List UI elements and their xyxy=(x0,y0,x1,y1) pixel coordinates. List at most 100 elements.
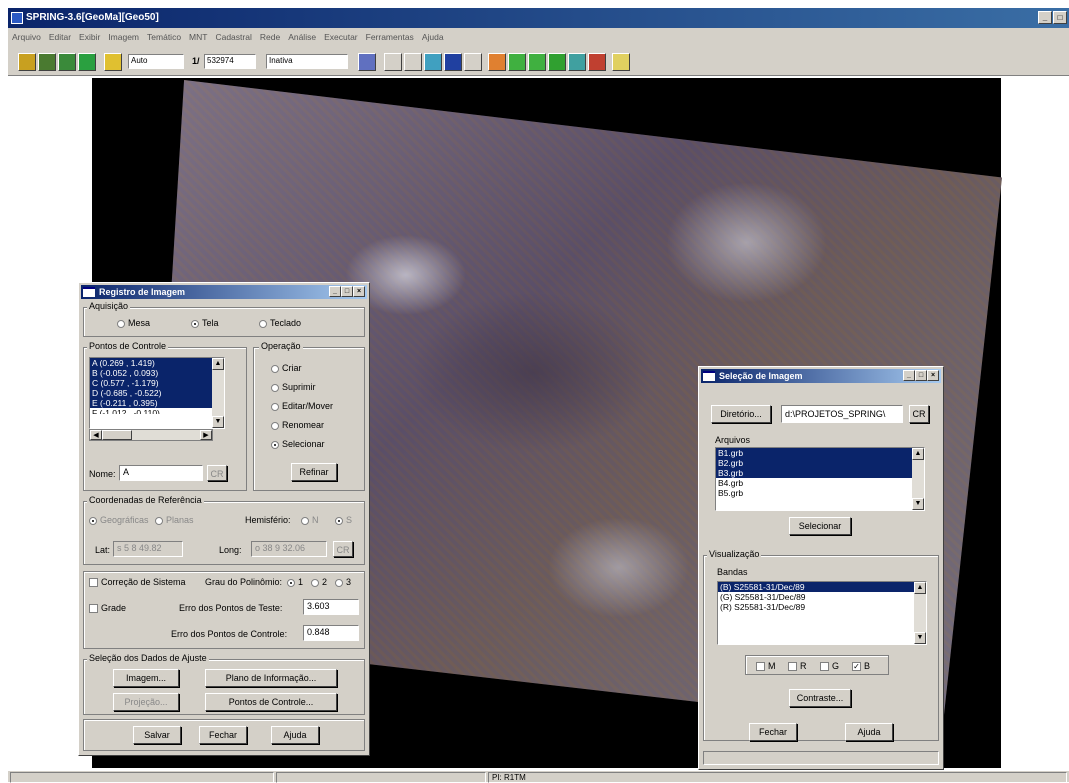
help-icon[interactable] xyxy=(612,53,630,71)
radio-grau-2[interactable]: 2 xyxy=(311,577,327,587)
radio-editar-mover[interactable]: Editar/Mover xyxy=(271,401,333,411)
list-item[interactable]: F (-1.012 , -0.110) xyxy=(90,408,224,414)
scroll-thumb[interactable] xyxy=(102,430,132,440)
edit-arc-icon[interactable] xyxy=(528,53,546,71)
menu-item-0[interactable]: Arquivo xyxy=(12,32,41,46)
projecao-button[interactable]: Projeção... xyxy=(113,693,179,711)
list-item[interactable]: A (0.269 , 1.419) xyxy=(90,358,224,368)
selecionar-button[interactable]: Selecionar xyxy=(789,517,851,535)
radio-norte[interactable]: N xyxy=(301,515,319,525)
menu-item-8[interactable]: Análise xyxy=(288,32,316,46)
list-item[interactable]: (G) S25581-31/Dec/89 xyxy=(718,592,926,602)
chart-icon[interactable] xyxy=(104,53,122,71)
list-item[interactable]: (B) S25581-31/Dec/89 xyxy=(718,582,926,592)
menu-item-3[interactable]: Imagem xyxy=(108,32,139,46)
list-item[interactable]: C (0.577 , -1.179) xyxy=(90,378,224,388)
radio-planas[interactable]: Planas xyxy=(155,515,194,525)
menu-item-11[interactable]: Ajuda xyxy=(422,32,444,46)
maximize-button[interactable]: □ xyxy=(341,286,353,297)
zoom-mode-select[interactable]: Auto xyxy=(128,54,184,69)
radio-suprimir[interactable]: Suprimir xyxy=(271,382,316,392)
radio-renomear[interactable]: Renomear xyxy=(271,420,324,430)
database-icon[interactable] xyxy=(18,53,36,71)
bandas-list[interactable]: (B) S25581-31/Dec/89 (G) S25581-31/Dec/8… xyxy=(717,581,927,645)
state-select[interactable]: Inativa xyxy=(266,54,348,69)
menu-item-10[interactable]: Ferramentas xyxy=(366,32,414,46)
edit-poly-icon[interactable] xyxy=(548,53,566,71)
coords-cr-button[interactable]: CR xyxy=(333,541,353,557)
layer-icon[interactable] xyxy=(58,53,76,71)
list-item[interactable]: B4.grb xyxy=(716,478,924,488)
plus-icon[interactable] xyxy=(404,53,422,71)
list-item[interactable]: B1.grb xyxy=(716,448,924,458)
nome-cr-button[interactable]: CR xyxy=(207,465,227,481)
arquivos-list[interactable]: B1.grb B2.grb B3.grb B4.grb B5.grb ▲ ▼ xyxy=(715,447,925,511)
pan-icon[interactable] xyxy=(424,53,442,71)
project-icon[interactable] xyxy=(38,53,56,71)
scroll-up-icon[interactable]: ▲ xyxy=(912,448,924,460)
radio-criar[interactable]: Criar xyxy=(271,363,302,373)
radio-sul[interactable]: S xyxy=(335,515,352,525)
fechar-button[interactable]: Fechar xyxy=(199,726,247,744)
scroll-down-icon[interactable]: ▼ xyxy=(212,416,224,428)
list-item[interactable]: B (-0.052 , 0.093) xyxy=(90,368,224,378)
list-item[interactable]: D (-0.685 , -0.522) xyxy=(90,388,224,398)
menu-item-1[interactable]: Editar xyxy=(49,32,71,46)
minimize-button[interactable]: _ xyxy=(329,286,341,297)
display-icon[interactable] xyxy=(358,53,376,71)
radio-teclado[interactable]: Teclado xyxy=(259,318,301,328)
scroll-right-icon[interactable]: ▶ xyxy=(200,430,212,440)
pontos-hscrollbar[interactable]: ◀ ▶ xyxy=(89,429,213,441)
ajuda-button[interactable]: Ajuda xyxy=(271,726,319,744)
menu-item-4[interactable]: Temático xyxy=(147,32,181,46)
ajuda-button[interactable]: Ajuda xyxy=(845,723,893,741)
info-icon[interactable] xyxy=(444,53,462,71)
list-item[interactable]: (R) S25581-31/Dec/89 xyxy=(718,602,926,612)
radio-tela[interactable]: Tela xyxy=(191,318,219,328)
pontos-list[interactable]: A (0.269 , 1.419) B (-0.052 , 0.093) C (… xyxy=(89,357,225,429)
select-icon[interactable] xyxy=(464,53,482,71)
channel-r-checkbox[interactable]: R xyxy=(788,661,807,672)
salvar-button[interactable]: Salvar xyxy=(133,726,181,744)
menu-item-6[interactable]: Cadastral xyxy=(215,32,251,46)
list-item[interactable]: B5.grb xyxy=(716,488,924,498)
list-item[interactable]: E (-0.211 , 0.395) xyxy=(90,398,224,408)
menu-item-7[interactable]: Rede xyxy=(260,32,280,46)
maximize-button[interactable]: □ xyxy=(915,370,927,381)
close-button[interactable]: × xyxy=(353,286,365,297)
correcao-checkbox[interactable]: Correção de Sistema xyxy=(89,577,186,588)
fechar-button[interactable]: Fechar xyxy=(749,723,797,741)
list-item[interactable]: B2.grb xyxy=(716,458,924,468)
scale-input[interactable]: 532974 xyxy=(204,54,256,69)
zoom-in-icon[interactable] xyxy=(384,53,402,71)
arquivos-scrollbar[interactable]: ▲ ▼ xyxy=(912,448,924,510)
menu-item-2[interactable]: Exibir xyxy=(79,32,100,46)
scroll-left-icon[interactable]: ◀ xyxy=(90,430,102,440)
radio-mesa[interactable]: Mesa xyxy=(117,318,150,328)
minimize-button[interactable]: _ xyxy=(1038,11,1052,24)
channel-g-checkbox[interactable]: G xyxy=(820,661,839,672)
menu-item-5[interactable]: MNT xyxy=(189,32,207,46)
close-button[interactable]: × xyxy=(927,370,939,381)
refinar-button[interactable]: Refinar xyxy=(291,463,337,481)
menu-item-9[interactable]: Executar xyxy=(324,32,358,46)
lat-input[interactable]: s 5 8 49.82 xyxy=(113,541,183,557)
pontos-scrollbar[interactable]: ▲ ▼ xyxy=(212,358,224,428)
pontos-controle-button[interactable]: Pontos de Controle... xyxy=(205,693,337,711)
edit-line-icon[interactable] xyxy=(488,53,506,71)
radio-geograficas[interactable]: Geográficas xyxy=(89,515,149,525)
scroll-up-icon[interactable]: ▲ xyxy=(914,582,926,594)
bandas-scrollbar[interactable]: ▲ ▼ xyxy=(914,582,926,644)
draw-icon[interactable] xyxy=(78,53,96,71)
list-item[interactable]: B3.grb xyxy=(716,468,924,478)
scroll-down-icon[interactable]: ▼ xyxy=(912,498,924,510)
edit-node-icon[interactable] xyxy=(508,53,526,71)
channel-m-checkbox[interactable]: M xyxy=(756,661,776,672)
maximize-button[interactable]: □ xyxy=(1053,11,1067,24)
radio-selecionar[interactable]: Selecionar xyxy=(271,439,325,449)
undo-icon[interactable] xyxy=(588,53,606,71)
nome-input[interactable]: A xyxy=(119,465,203,481)
diretorio-input[interactable]: d:\PROJETOS_SPRING\ xyxy=(781,405,903,423)
radio-grau-3[interactable]: 3 xyxy=(335,577,351,587)
minimize-button[interactable]: _ xyxy=(903,370,915,381)
